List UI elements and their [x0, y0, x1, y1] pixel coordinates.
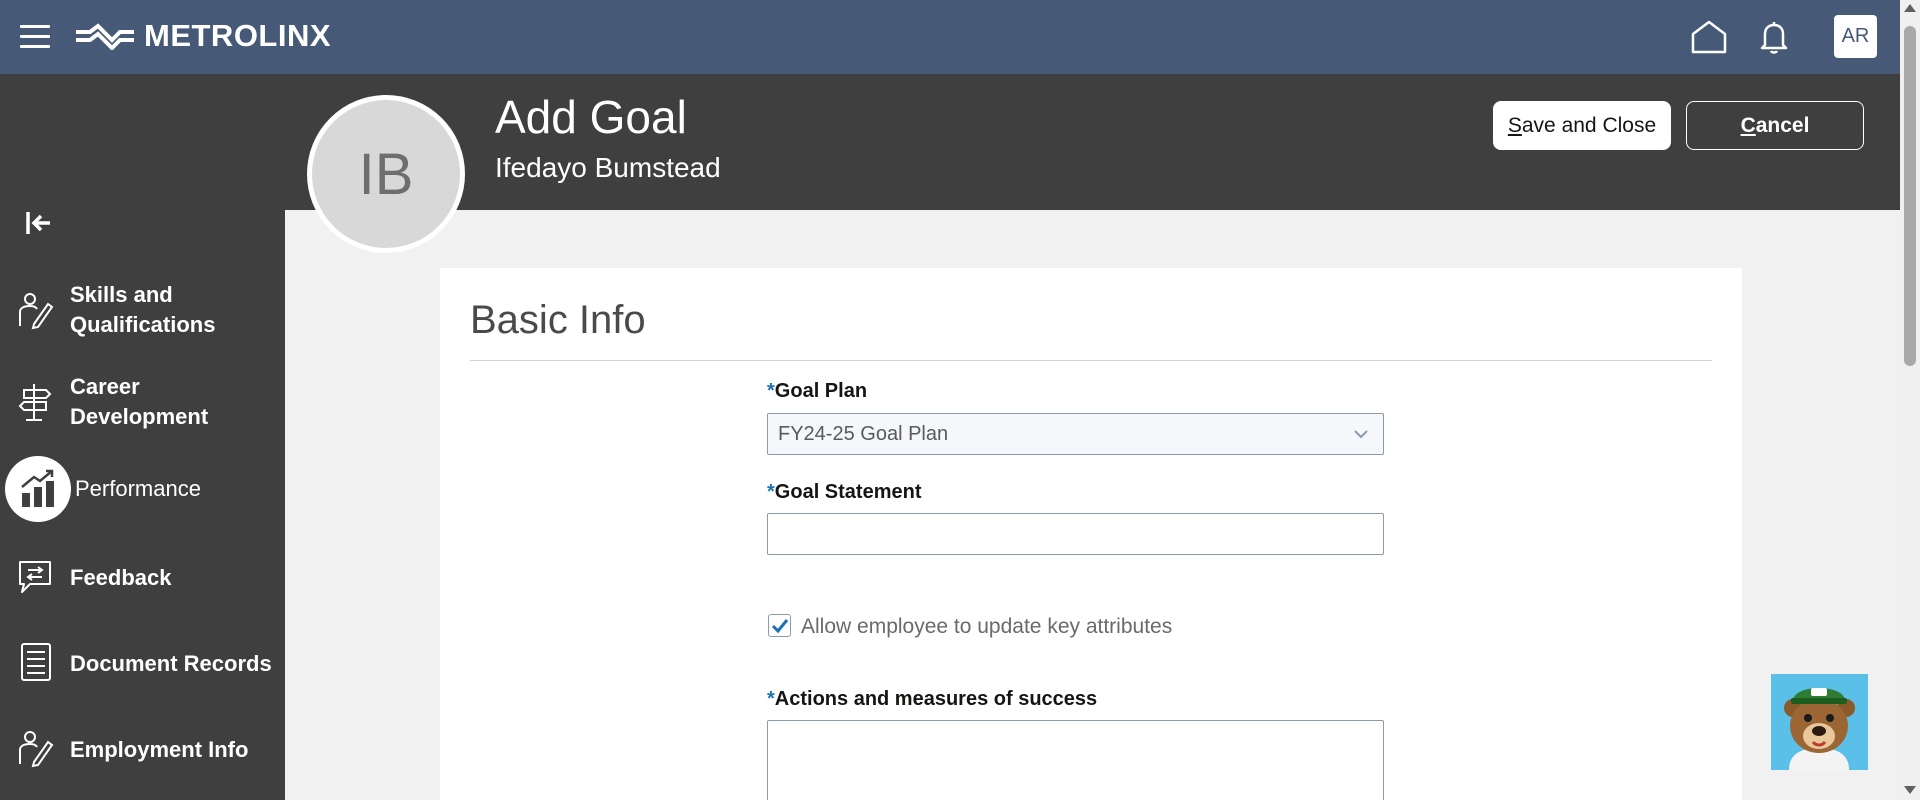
page-title: Add Goal [495, 91, 687, 143]
user-avatar[interactable]: AR [1834, 15, 1877, 58]
feedback-icon [19, 561, 51, 593]
chevron-down-icon [1354, 430, 1368, 439]
save-button-label: ave and Close [1521, 113, 1657, 137]
goal-plan-label-text: Goal Plan [774, 380, 868, 402]
checkmark-icon [771, 618, 788, 633]
actions-textarea[interactable] [767, 720, 1384, 800]
goal-plan-label: *Goal Plan [767, 380, 867, 403]
sidebar-item-label-line2: Qualifications [70, 312, 216, 337]
actions-label-text: Actions and measures of success [774, 688, 1098, 710]
document-icon [21, 643, 51, 681]
bar-chart-icon [21, 469, 54, 507]
section-divider [470, 360, 1712, 361]
sidebar-item-label: Skills and [70, 282, 173, 307]
metrolinx-wave-icon [76, 23, 134, 50]
sidebar-item-label: Feedback [70, 565, 172, 590]
section-title: Basic Info [470, 298, 646, 342]
goal-plan-value: FY24-25 Goal Plan [778, 422, 949, 445]
page-subtitle: Ifedayo Bumstead [495, 152, 721, 183]
scroll-up-arrow-icon[interactable] [1904, 4, 1916, 12]
sidebar-item-label-line2: Development [70, 404, 209, 429]
allow-update-label[interactable]: Allow employee to update key attributes [801, 615, 1172, 639]
skills-icon [19, 293, 54, 330]
top-bar: METROLINX [0, 0, 1900, 74]
save-and-close-button[interactable]: Save and Close [1493, 101, 1671, 150]
sidebar-item-skills-and-qualifications[interactable]: Skills and Qualifications [0, 280, 285, 342]
sidebar: Skills and Qualifications Career Develop… [0, 74, 285, 800]
required-marker: * [767, 688, 775, 710]
page-scrollbar[interactable] [1900, 0, 1920, 800]
sidebar-item-label: Document Records [70, 651, 272, 676]
sidebar-item-career-development[interactable]: Career Development [0, 372, 285, 434]
required-marker: * [767, 380, 775, 402]
signpost-icon [18, 384, 52, 421]
allow-update-checkbox[interactable] [768, 614, 791, 637]
collapse-sidebar-icon[interactable] [23, 208, 53, 238]
required-marker: * [767, 481, 775, 503]
employment-icon [19, 731, 54, 768]
sidebar-item-feedback[interactable]: Feedback [0, 556, 285, 600]
cancel-button[interactable]: Cancel [1686, 101, 1864, 150]
goal-statement-label: *Goal Statement [767, 481, 922, 504]
notifications-bell-icon[interactable] [1757, 19, 1791, 55]
cancel-button-label: ancel [1755, 113, 1810, 137]
chatbot-bear-icon[interactable] [1771, 674, 1868, 770]
goal-statement-input[interactable] [767, 513, 1384, 555]
person-avatar: IB [307, 95, 465, 253]
hamburger-menu-icon[interactable] [20, 25, 50, 49]
scroll-down-arrow-icon[interactable] [1904, 786, 1916, 794]
cancel-accelerator-key: C [1740, 113, 1756, 137]
active-indicator [5, 456, 71, 522]
sidebar-item-label: Employment Info [70, 737, 249, 762]
goal-plan-select[interactable]: FY24-25 Goal Plan [767, 413, 1384, 455]
sidebar-item-performance[interactable]: Performance [0, 456, 285, 522]
sidebar-item-employment-info[interactable]: Employment Info [0, 728, 285, 772]
save-accelerator-key: S [1507, 113, 1522, 137]
metrolinx-logo[interactable]: METROLINX [74, 18, 331, 54]
goal-statement-label-text: Goal Statement [774, 481, 922, 503]
sidebar-item-label: Career [70, 374, 140, 399]
scrollbar-thumb[interactable] [1904, 26, 1916, 366]
sidebar-item-document-records[interactable]: Document Records [0, 642, 285, 686]
actions-label: *Actions and measures of success [767, 688, 1097, 711]
home-icon[interactable] [1690, 18, 1728, 56]
logo-text: METROLINX [144, 18, 332, 53]
sidebar-item-label: Performance [75, 476, 201, 501]
